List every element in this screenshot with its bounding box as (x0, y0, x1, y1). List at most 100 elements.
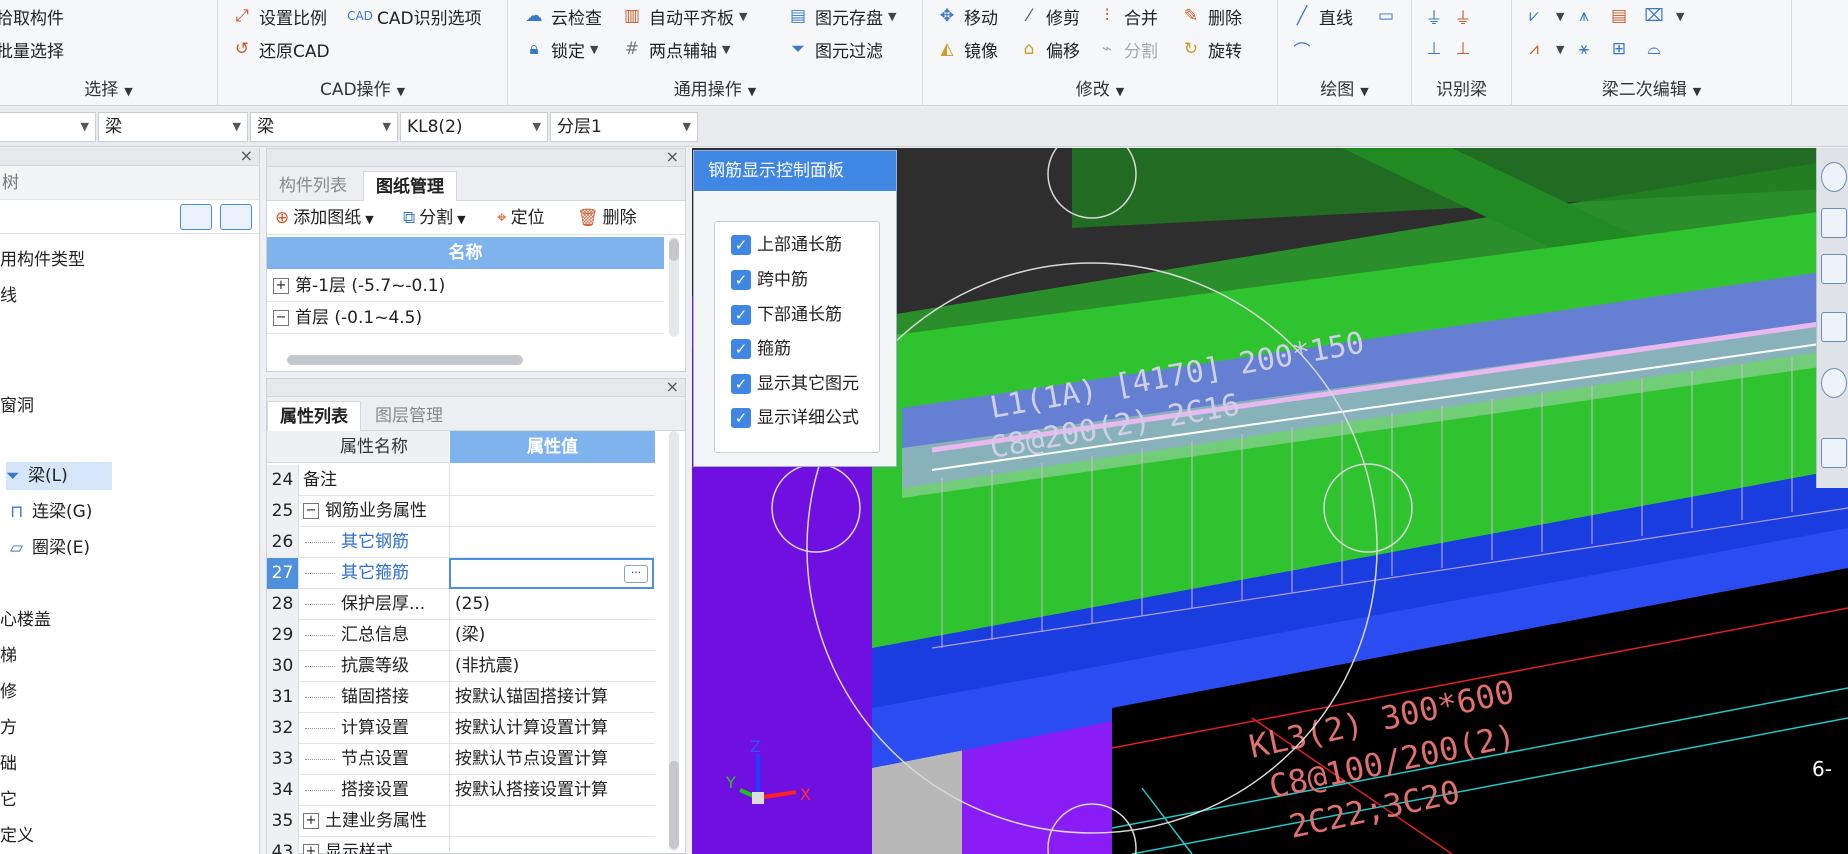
property-value[interactable]: 按默认搭接设置计算 (449, 775, 654, 806)
close-icon[interactable]: × (240, 146, 253, 165)
property-row[interactable]: 27 其它箍筋 ··· (267, 558, 655, 589)
split-drawing-button[interactable]: ⧉ 分割 ▼ (403, 205, 466, 231)
view-box-icon[interactable] (1821, 254, 1847, 284)
group-label-beam-edit[interactable]: 梁二次编辑 ▼ (1512, 75, 1791, 100)
property-row[interactable]: 30 抗震等级 (非抗震) (267, 651, 655, 682)
nav-item-other[interactable]: 它 (0, 786, 17, 814)
property-value[interactable] (449, 496, 654, 527)
tab-drawing-management[interactable]: 图纸管理 (363, 171, 457, 201)
property-row[interactable]: 25− 钢筋业务属性 (267, 496, 655, 527)
cad-options-button[interactable]: CAD CAD识别选项 (347, 2, 482, 30)
property-value[interactable] (449, 465, 654, 496)
nav-item-ring-beam[interactable]: ▱ 圈梁(E) (10, 534, 90, 562)
property-value[interactable]: 按默认计算设置计算 (449, 713, 654, 744)
floor-select[interactable]: ▼ (0, 112, 96, 142)
lock-button[interactable]: 🔒︎ 锁定 ▼ (522, 35, 598, 63)
property-row[interactable]: 24 备注 (267, 465, 655, 496)
collapse-icon[interactable]: − (273, 310, 289, 326)
control-panel-title[interactable]: 钢筋显示控制面板 (694, 151, 896, 191)
expand-icon[interactable]: + (303, 844, 319, 854)
property-value[interactable]: (梁) (449, 620, 654, 651)
property-value[interactable]: (非抗震) (449, 651, 654, 682)
property-row[interactable]: 33 节点设置 按默认节点设置计算 (267, 744, 655, 775)
tab-component-list[interactable]: 构件列表 (267, 171, 359, 201)
delete-button[interactable]: ✎ 删除 (1179, 2, 1242, 30)
arc-button[interactable]: ⌒ (1290, 35, 1319, 63)
rotate-button[interactable]: ↻ 旋转 (1179, 35, 1242, 63)
merge-button[interactable]: ⫶ 合并 (1095, 2, 1158, 30)
property-value[interactable]: (25) (449, 589, 654, 620)
property-value[interactable] (449, 806, 654, 837)
view-cube-icon[interactable] (1821, 312, 1847, 342)
locate-button[interactable]: ⌖ 定位 (497, 205, 545, 231)
expand-icon[interactable]: + (273, 278, 289, 294)
checkbox-mid-span-rebar[interactable]: ✓ 跨中筋 (731, 267, 808, 293)
list-view-icon[interactable] (180, 204, 212, 230)
group-label-cad[interactable]: CAD操作 ▼ (218, 75, 507, 100)
nav-item-axis[interactable]: 线 (0, 282, 17, 310)
property-value[interactable] (449, 837, 654, 854)
beam-edit-tool-6[interactable]: ⚹ (1572, 35, 1601, 63)
vertical-scrollbar[interactable] (669, 431, 679, 851)
offset-button[interactable]: ⌂ 偏移 (1017, 35, 1080, 63)
nav-item-foundation[interactable]: 础 (0, 750, 17, 778)
add-drawing-button[interactable]: ⊕ 添加图纸 ▼ (275, 205, 374, 231)
rect-button[interactable]: ▭ (1374, 2, 1403, 30)
set-scale-button[interactable]: ⤢ 设置比例 (230, 2, 327, 30)
batch-select-button[interactable]: 批量选择 (0, 35, 64, 63)
property-name-header[interactable]: 属性名称 (299, 431, 449, 463)
view-grid-icon[interactable] (1821, 438, 1847, 468)
group-label-select[interactable]: 选择 ▼ (0, 75, 217, 100)
split-button[interactable]: ⌁ 分割 (1095, 35, 1158, 63)
group-label-general[interactable]: 通用操作 ▼ (508, 75, 922, 100)
identify-beam-button[interactable]: ⏚ ⏚ (1422, 2, 1480, 30)
component-select[interactable]: KL8(2) ▼ (400, 112, 548, 142)
layer-select[interactable]: 分层1 ▼ (550, 112, 698, 142)
drawing-row[interactable]: − 首层 (-0.1~4.5) (267, 303, 664, 334)
nav-item-beam[interactable]: ⏷ 梁(L) (6, 462, 112, 490)
property-value-header[interactable]: 属性值 (450, 431, 655, 463)
property-row[interactable]: 35 + 土建业务属性 (267, 806, 655, 837)
collapse-icon[interactable]: − (303, 503, 319, 519)
move-button[interactable]: ✥ 移动 (935, 2, 998, 30)
tab-property-list[interactable]: 属性列表 (267, 401, 361, 431)
nav-item-decoration[interactable]: 修 (0, 678, 17, 706)
cloud-check-button[interactable]: ☁ 云检查 (522, 2, 603, 30)
property-row[interactable]: 43 + 显示样式 (267, 837, 655, 854)
view-sphere-icon[interactable] (1821, 162, 1847, 192)
property-value[interactable]: 按默认节点设置计算 (449, 744, 654, 775)
property-value[interactable]: ··· (449, 558, 654, 589)
save-element-button[interactable]: ▤ 图元存盘 ▼ (786, 2, 897, 30)
property-row[interactable]: 31 锚固搭接 按默认锚固搭接计算 (267, 682, 655, 713)
ellipsis-button[interactable]: ··· (624, 565, 648, 583)
restore-cad-button[interactable]: ↺ 还原CAD (230, 35, 330, 63)
nav-item-openings[interactable]: 窗洞 (0, 392, 34, 420)
checkbox-show-detailed-formula[interactable]: ✓ 显示详细公式 (731, 405, 859, 431)
view-2d-icon[interactable] (1821, 208, 1847, 238)
close-icon[interactable]: × (666, 377, 679, 396)
view-orbit-icon[interactable] (1821, 368, 1847, 398)
property-value[interactable] (449, 527, 654, 558)
name-column-header[interactable]: 名称 (267, 237, 664, 269)
mirror-button[interactable]: ◭ 镜像 (935, 35, 998, 63)
type-select[interactable]: 梁 ▼ (250, 112, 398, 142)
checkbox-show-other-elements[interactable]: ✓ 显示其它图元 (731, 371, 859, 397)
nav-item-coupling-beam[interactable]: ⊓ 连梁(G) (10, 498, 92, 526)
detail-view-icon[interactable] (220, 204, 252, 230)
vertical-scrollbar[interactable] (669, 237, 679, 337)
beam-edit-tool-3[interactable]: ▤ (1607, 2, 1636, 30)
property-row[interactable]: 26 其它钢筋 (267, 527, 655, 558)
group-label-draw[interactable]: 绘图 ▼ (1278, 75, 1411, 100)
pick-component-button[interactable]: 拾取构件 (0, 2, 64, 30)
nav-item-hollow-floor[interactable]: 心楼盖 (0, 606, 51, 634)
checkbox-stirrups[interactable]: ✓ 箍筋 (731, 336, 791, 362)
beam-edit-tool-8[interactable]: ⌓ (1642, 35, 1671, 63)
tab-layer-management[interactable]: 图层管理 (363, 401, 455, 431)
nav-item-common-types[interactable]: 用构件类型 (0, 246, 85, 274)
horizontal-scrollbar[interactable] (287, 355, 523, 365)
line-button[interactable]: ╱ 直线 (1290, 2, 1353, 30)
element-filter-button[interactable]: ⏷ 图元过滤 (786, 35, 883, 63)
expand-icon[interactable]: + (303, 813, 319, 829)
trim-button[interactable]: ⁄ 修剪 (1017, 2, 1080, 30)
nav-item-earthwork[interactable]: 方 (0, 714, 17, 742)
